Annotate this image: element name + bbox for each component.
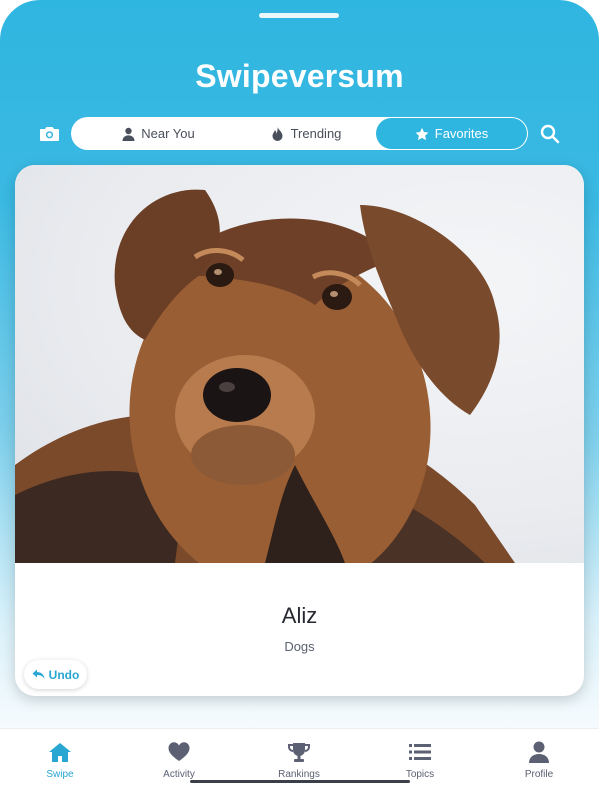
home-indicator	[190, 780, 410, 783]
nav-label-swipe: Swipe	[46, 769, 74, 780]
app-title: Swipeversum	[195, 58, 404, 94]
tab-near-you[interactable]: Near You	[83, 118, 233, 149]
star-icon	[415, 127, 429, 141]
undo-label: Undo	[48, 667, 80, 682]
undo-button[interactable]: Undo	[24, 660, 87, 689]
camera-button[interactable]	[38, 123, 60, 143]
tab-favorites[interactable]: Favorites	[376, 118, 527, 149]
card-name: Aliz	[281, 603, 318, 628]
nav-item-profile[interactable]: Profile	[499, 741, 579, 780]
profile-card[interactable]: Aliz Dogs Undo	[15, 165, 584, 696]
tab-near-you-label: Near You	[141, 126, 195, 141]
tab-trending-label: Trending	[290, 126, 342, 141]
tab-favorites-label: Favorites	[434, 126, 489, 141]
tab-trending[interactable]: Trending	[231, 118, 381, 149]
card-category: Dogs	[284, 639, 315, 654]
list-icon	[408, 741, 432, 763]
undo-icon	[32, 669, 45, 679]
card-photo	[15, 165, 584, 595]
search-icon	[540, 124, 560, 144]
home-icon	[48, 741, 72, 763]
nav-label-profile: Profile	[524, 769, 554, 780]
search-button[interactable]	[539, 123, 561, 145]
app-screen: Swipeversum Near You Trending Favorites	[0, 0, 599, 795]
trophy-icon	[287, 741, 311, 763]
nav-label-rankings: Rankings	[278, 769, 320, 780]
nav-item-activity[interactable]: Activity	[139, 741, 219, 780]
person-icon	[121, 127, 135, 141]
bottom-nav: Swipe Activity Rankings Topics Profile	[0, 728, 599, 795]
camera-icon	[39, 126, 59, 141]
profile-icon	[527, 741, 551, 763]
dog-illustration	[15, 189, 515, 595]
status-notch	[259, 13, 339, 18]
feed-tabs: Near You Trending Favorites	[71, 117, 528, 150]
nav-item-rankings[interactable]: Rankings	[259, 741, 339, 780]
flame-icon	[271, 126, 285, 141]
nav-item-swipe[interactable]: Swipe	[20, 741, 100, 780]
nav-label-activity: Activity	[163, 769, 195, 780]
nav-label-topics: Topics	[405, 769, 435, 780]
heart-icon	[167, 741, 191, 763]
nav-item-topics[interactable]: Topics	[380, 741, 460, 780]
